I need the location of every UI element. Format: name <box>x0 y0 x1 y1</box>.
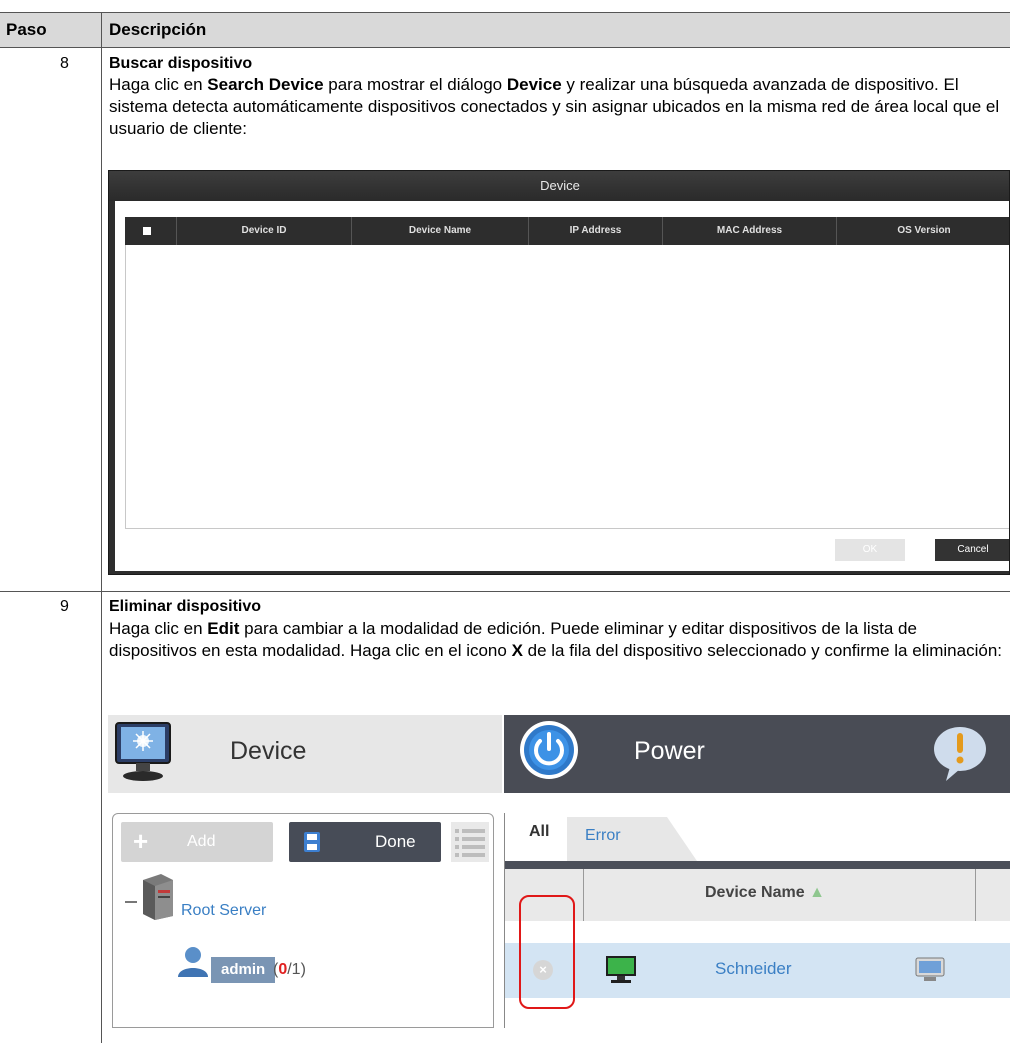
done-button-label: Done <box>375 832 416 851</box>
column-device-id[interactable]: Device ID <box>177 217 352 245</box>
add-button[interactable]: + Add <box>121 822 273 862</box>
device-title: Device <box>230 737 307 765</box>
column-device-name-sort[interactable]: Device Name ▲ <box>705 884 825 902</box>
cancel-button[interactable]: Cancel <box>935 539 1009 561</box>
dialog-title: Device <box>109 171 1009 201</box>
alert-icon[interactable] <box>932 723 988 783</box>
column-mac-address[interactable]: MAC Address <box>663 217 837 245</box>
list-icon[interactable] <box>451 822 489 862</box>
monitor-icon <box>115 722 171 781</box>
header-descripcion: Descripción <box>109 20 207 39</box>
server-icon <box>143 874 173 920</box>
power-icon[interactable] <box>518 719 580 781</box>
device-grid-body <box>125 245 1009 529</box>
power-header: Power <box>504 715 1010 793</box>
step-title: Eliminar dispositivo <box>109 598 262 615</box>
tab-error[interactable]: Error <box>585 827 621 845</box>
tab-all-label: All <box>529 823 550 840</box>
header-paso: Paso <box>6 20 47 39</box>
plus-icon: + <box>133 826 149 856</box>
done-button[interactable]: Done <box>289 822 441 862</box>
pc-icon <box>606 956 636 983</box>
device-list-header: Device Name ▲ <box>505 869 1010 921</box>
step-number: 9 <box>60 598 69 615</box>
column-os-version[interactable]: OS Version <box>837 217 1009 245</box>
dialog-body: Device ID Device Name IP Address MAC Add… <box>115 201 1009 571</box>
device-manager-screenshot: Device Power + Add Done Root Server admi… <box>108 715 1010 1028</box>
table-header-row: Paso Descripción <box>0 12 1010 48</box>
column-device-name[interactable]: Device Name <box>352 217 529 245</box>
column-divider <box>101 12 102 1043</box>
sort-ascending-icon: ▲ <box>809 884 825 901</box>
tree-connector <box>125 901 137 903</box>
step-number: 8 <box>60 55 69 72</box>
table-row[interactable]: × Schneider <box>505 943 1010 998</box>
row-divider <box>0 591 1010 592</box>
step-description: Haga clic en Edit para cambiar a la moda… <box>109 619 1003 660</box>
column-divider <box>583 869 584 921</box>
select-all-cell[interactable] <box>125 217 177 245</box>
search-device-dialog: Device Device ID Device Name IP Address … <box>108 170 1010 575</box>
device-list-panel: All Error Device Name ▲ × Schneider <box>504 813 1010 1028</box>
device-name-cell[interactable]: Schneider <box>715 959 792 979</box>
admin-node[interactable]: admin <box>211 957 276 983</box>
root-server-node[interactable]: Root Server <box>181 902 266 920</box>
step-title: Buscar dispositivo <box>109 55 253 72</box>
device-header: Device <box>108 715 502 793</box>
user-icon <box>178 947 208 977</box>
ok-button[interactable]: OK <box>835 539 905 561</box>
power-title: Power <box>634 737 705 765</box>
device-grid-header: Device ID Device Name IP Address MAC Add… <box>125 217 1009 245</box>
select-all-checkbox[interactable] <box>143 227 151 235</box>
tab-underline <box>505 861 1010 869</box>
step-description: Haga clic en Search Device para mostrar … <box>109 75 1000 138</box>
delete-highlight-marker <box>519 895 575 1009</box>
device-icon[interactable] <box>915 957 945 983</box>
disk-icon <box>304 832 320 852</box>
column-divider <box>975 869 976 921</box>
tab-all[interactable]: All <box>505 813 567 861</box>
device-tree-panel: + Add Done Root Server admin (0/1) <box>112 813 494 1028</box>
admin-device-count: (0/1) <box>273 961 306 978</box>
column-ip-address[interactable]: IP Address <box>529 217 663 245</box>
add-button-label: Add <box>187 833 216 850</box>
procedure-table: Paso Descripción 8 Buscar dispositivo Ha… <box>0 12 1010 1043</box>
